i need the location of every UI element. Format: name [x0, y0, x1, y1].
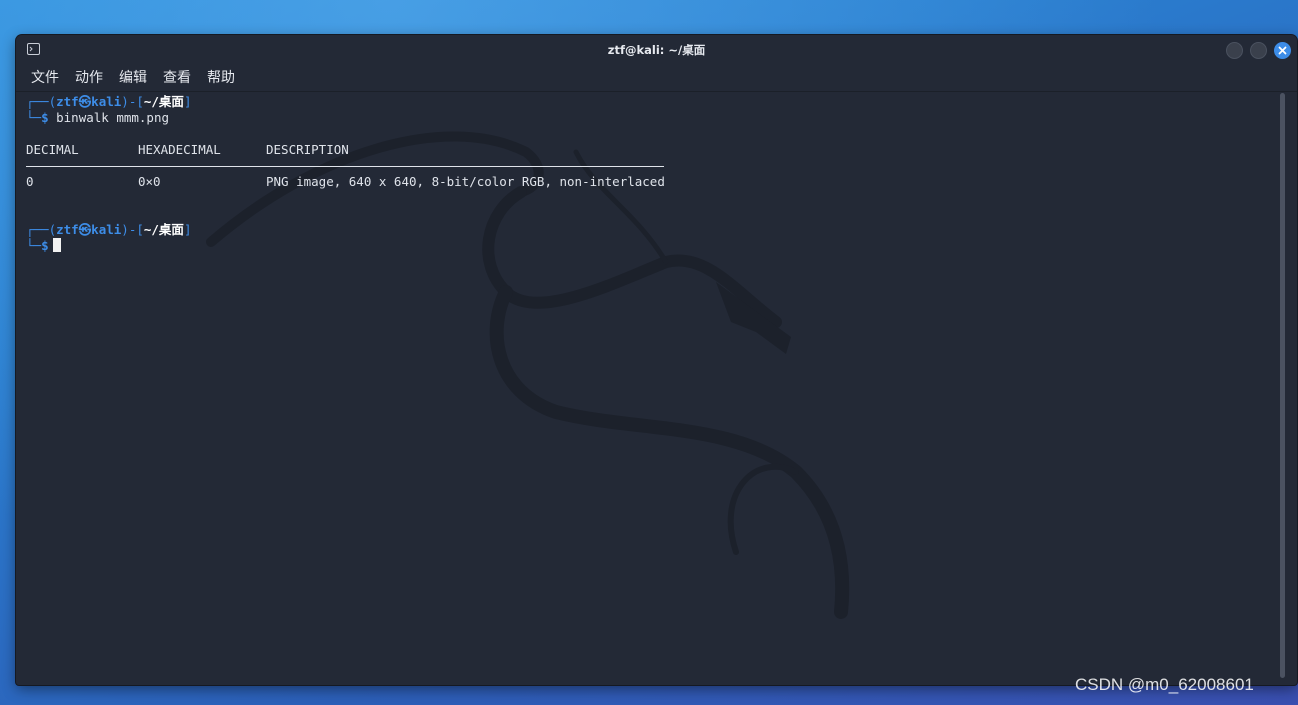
cell-decimal: 0 — [26, 174, 34, 189]
prompt-line-2: ┌──(ztf㉿kali)-[~/桌面] — [26, 222, 191, 238]
cell-hexadecimal: 0×0 — [138, 174, 161, 189]
cell-description: PNG image, 640 x 640, 8-bit/color RGB, n… — [266, 174, 665, 189]
title-bar[interactable]: ztf@kali: ~/桌面 — [16, 35, 1297, 65]
prompt-bracket-mid: )-[ — [121, 94, 144, 109]
menu-bar: 文件 动作 编辑 查看 帮助 — [16, 65, 1297, 92]
command-line-2[interactable]: └─$ — [26, 238, 61, 254]
table-header-row: DECIMAL HEXADECIMAL DESCRIPTION — [26, 142, 349, 158]
header-description: DESCRIPTION — [266, 142, 349, 157]
table-row: 0 0×0 PNG image, 640 x 640, 8-bit/color … — [26, 174, 665, 190]
menu-actions[interactable]: 动作 — [75, 69, 103, 87]
close-icon — [1278, 46, 1287, 55]
csdn-watermark: CSDN @m0_62008601 — [1075, 675, 1254, 694]
prompt-userhost: ztf㉿kali — [56, 94, 122, 109]
minimize-button[interactable] — [1226, 42, 1243, 59]
prompt-path: ~/桌面 — [143, 94, 184, 109]
close-button[interactable] — [1274, 42, 1291, 59]
header-decimal: DECIMAL — [26, 142, 79, 157]
prompt-userhost: ztf㉿kali — [56, 222, 122, 237]
prompt-bracket-open: ┌──( — [26, 94, 57, 109]
command-line-1: └─$ binwalk mmm.png — [26, 110, 169, 126]
header-hexadecimal: HEXADECIMAL — [138, 142, 221, 157]
prompt-bracket-close: ] — [183, 222, 192, 237]
maximize-button[interactable] — [1250, 42, 1267, 59]
scrollbar-thumb[interactable] — [1280, 93, 1285, 678]
menu-edit[interactable]: 编辑 — [119, 69, 147, 87]
prompt-bracket-open: ┌──( — [26, 222, 57, 237]
window-title: ztf@kali: ~/桌面 — [607, 43, 706, 57]
prompt-dollar: $ — [41, 238, 49, 253]
terminal-window[interactable]: ztf@kali: ~/桌面 文件 动作 编辑 查看 帮助 ┌──(ztf㉿ka… — [16, 35, 1297, 685]
prompt-dollar: $ — [41, 110, 49, 125]
menu-help[interactable]: 帮助 — [207, 69, 235, 87]
command-text: binwalk mmm.png — [56, 110, 170, 125]
prompt-prefix: └─ — [26, 238, 42, 253]
table-separator — [26, 166, 664, 167]
menu-file[interactable]: 文件 — [31, 69, 59, 87]
prompt-bracket-mid: )-[ — [121, 222, 144, 237]
terminal-output[interactable]: ┌──(ztf㉿kali)-[~/桌面] └─$ binwalk mmm.png… — [16, 92, 1278, 685]
prompt-prefix: └─ — [26, 110, 42, 125]
prompt-line-1: ┌──(ztf㉿kali)-[~/桌面] — [26, 94, 191, 110]
prompt-bracket-close: ] — [183, 94, 192, 109]
prompt-path: ~/桌面 — [143, 222, 184, 237]
text-cursor — [52, 238, 61, 252]
menu-view[interactable]: 查看 — [163, 69, 191, 87]
